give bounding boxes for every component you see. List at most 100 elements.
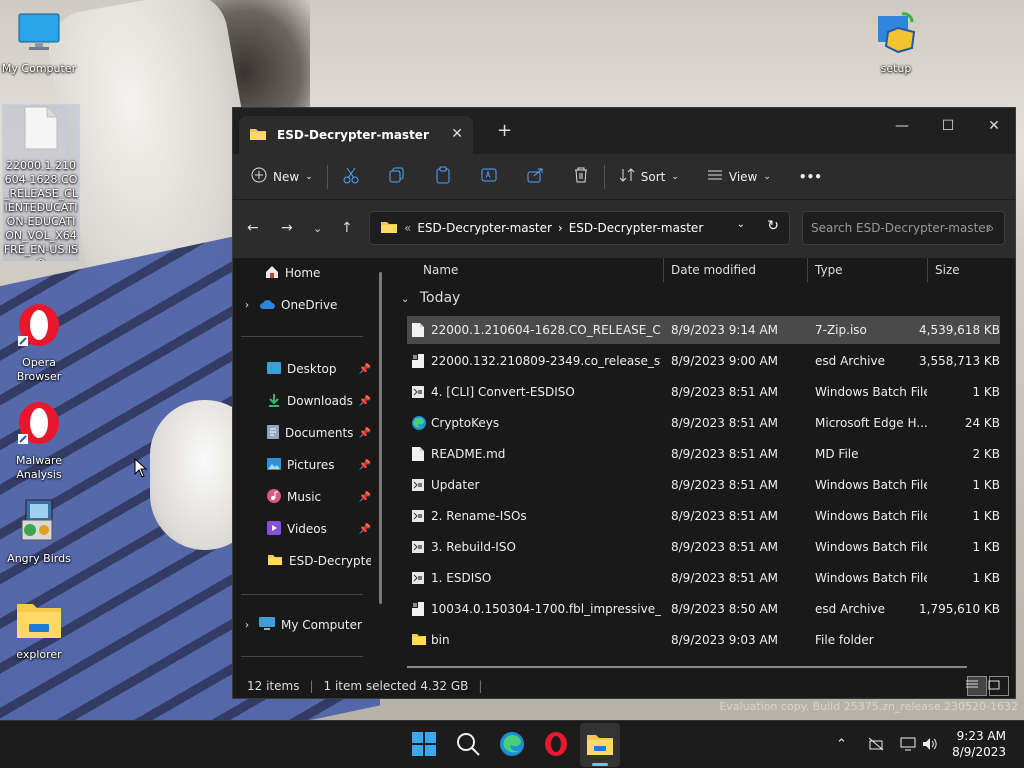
nav-item-pictures[interactable]: Pictures 📌 <box>267 452 371 478</box>
rename-button[interactable] <box>480 166 498 187</box>
desktop-icon-my-computer[interactable]: My Computer <box>0 10 78 76</box>
pin-icon: 📌 <box>358 459 371 471</box>
desktop-icon-opera-browser[interactable]: Opera Browser <box>0 302 78 384</box>
search-button[interactable] <box>455 731 483 759</box>
address-dropdown-icon[interactable]: ⌄ <box>737 219 745 230</box>
more-options-button[interactable]: ••• <box>799 170 822 184</box>
nav-item-my-computer[interactable]: › My Computer <box>245 612 385 638</box>
chevron-up-icon[interactable]: ⌃ <box>836 737 847 752</box>
nav-item-onedrive[interactable]: › OneDrive <box>245 292 385 318</box>
chevron-right-icon[interactable]: › <box>245 620 249 631</box>
divider: | <box>309 679 314 693</box>
table-row[interactable]: 10034.0.150304-1700.fbl_impressive_clien… <box>407 595 1000 623</box>
new-button[interactable]: New ⌄ <box>251 167 313 186</box>
desktop-icon-angry-birds[interactable]: Angry Birds <box>0 498 78 566</box>
file-explorer-button[interactable] <box>586 731 614 759</box>
item-count: 12 items <box>247 679 300 693</box>
desktop-icon-explorer[interactable]: explorer <box>0 598 78 662</box>
up-arrow-icon[interactable]: ↑ <box>341 220 353 236</box>
opera-button[interactable] <box>543 731 571 759</box>
new-tab-button[interactable]: + <box>497 120 512 141</box>
column-header-name[interactable]: Name <box>423 258 458 284</box>
search-input[interactable]: Search ESD-Decrypter-master ⌕ <box>802 211 1005 245</box>
file-type: esd Archive <box>815 354 885 368</box>
system-clock[interactable]: 9:23 AM 8/9/2023 <box>952 728 1006 760</box>
table-row[interactable]: 2. Rename-ISOs 8/9/2023 8:51 AM Windows Ba… <box>407 502 1000 530</box>
maximize-button[interactable]: ☐ <box>925 112 971 140</box>
column-divider[interactable] <box>807 258 808 282</box>
nav-label: Downloads <box>287 394 353 408</box>
table-row[interactable]: 3. Rebuild-ISO 8/9/2023 8:51 AM Windows Ba… <box>407 533 1000 561</box>
batch-icon <box>411 384 425 403</box>
table-row[interactable]: CryptoKeys 8/9/2023 8:51 AM Microsoft Edge… <box>407 409 1000 437</box>
table-row[interactable]: 22000.132.210809-2349.co_release_svc_ref… <box>407 347 1000 375</box>
share-button[interactable] <box>526 166 544 187</box>
nav-item-documents[interactable]: Documents 📌 <box>267 420 371 446</box>
opera-icon <box>543 732 569 760</box>
tiles-view-button[interactable] <box>988 676 1009 696</box>
pin-icon: 📌 <box>358 523 371 535</box>
delete-button[interactable] <box>572 166 590 187</box>
network-disconnected-icon[interactable] <box>868 737 884 755</box>
breadcrumb-overflow[interactable]: « <box>404 221 411 235</box>
tab-close-button[interactable]: ✕ <box>451 126 463 142</box>
nav-item-downloads[interactable]: Downloads 📌 <box>267 388 371 414</box>
table-row[interactable]: bin 8/9/2023 9:03 AM File folder <box>407 626 1000 654</box>
table-row[interactable]: 22000.1.210604-1628.CO_RELEASE_CLIEN... 8… <box>407 316 1000 344</box>
nav-item-videos[interactable]: Videos 📌 <box>267 516 371 542</box>
recent-chevron-icon[interactable]: ⌄ <box>313 222 322 235</box>
sort-button[interactable]: Sort ⌄ <box>619 167 679 186</box>
file-name: bin <box>431 633 450 647</box>
forward-arrow-icon[interactable]: → <box>281 220 293 236</box>
download-icon <box>267 393 281 410</box>
group-header-today[interactable]: ⌄ Today <box>401 290 460 306</box>
folder-icon <box>411 632 427 649</box>
column-header-size[interactable]: Size <box>935 258 960 284</box>
folder-icon <box>0 598 78 644</box>
monitor-icon <box>259 616 275 634</box>
table-row[interactable]: 1. ESDISO 8/9/2023 8:51 AM Windows Batch F… <box>407 564 1000 592</box>
volume-icon[interactable] <box>922 737 938 755</box>
file-name: Updater <box>431 478 480 492</box>
clock-time: 9:23 AM <box>956 729 1006 743</box>
nav-item-music[interactable]: Music 📌 <box>267 484 371 510</box>
copy-button[interactable] <box>388 166 406 187</box>
file-icon <box>411 322 425 341</box>
chevron-right-icon[interactable]: › <box>245 300 249 311</box>
paste-button[interactable] <box>434 166 452 187</box>
nav-label: OneDrive <box>281 298 338 312</box>
table-row[interactable]: 4. [CLI] Convert-ESDISO 8/9/2023 8:51 AM W… <box>407 378 1000 406</box>
horizontal-scrollbar[interactable] <box>407 666 967 668</box>
nav-item-home[interactable]: Home <box>265 260 405 286</box>
refresh-icon[interactable]: ↻ <box>767 218 779 234</box>
video-icon <box>267 520 281 538</box>
nav-item-esd-decrypter[interactable]: ESD-Decrypter-m <box>267 548 371 574</box>
start-button[interactable] <box>411 731 439 759</box>
column-header-date[interactable]: Date modified <box>671 258 756 284</box>
table-row[interactable]: Updater 8/9/2023 8:51 AM Windows Batch Fil… <box>407 471 1000 499</box>
details-view-button[interactable] <box>966 676 987 696</box>
picture-icon <box>267 457 281 473</box>
back-arrow-icon[interactable]: ← <box>247 220 259 236</box>
view-button[interactable]: View ⌄ <box>707 167 771 186</box>
cut-button[interactable] <box>342 166 360 187</box>
desktop-icon-setup[interactable]: setup <box>857 10 935 76</box>
close-button[interactable]: ✕ <box>971 112 1017 140</box>
breadcrumb-item[interactable]: ESD-Decrypter-master <box>417 221 552 235</box>
column-header-type[interactable]: Type <box>815 258 843 284</box>
nav-item-desktop[interactable]: Desktop 📌 <box>267 356 371 382</box>
tab-esd-decrypter-master[interactable]: ESD-Decrypter-master ✕ <box>239 116 473 154</box>
file-name: 1. ESDISO <box>431 571 492 585</box>
display-icon[interactable] <box>900 737 916 755</box>
nav-scrollbar[interactable] <box>379 272 382 604</box>
nav-label: ESD-Decrypter-m <box>289 554 371 568</box>
desktop-icon-iso-file[interactable]: 22000.1.210604-1628.CO_RELEASE_CLIENTEDU… <box>2 104 80 262</box>
desktop-icon-malware-analysis[interactable]: Malware Analysis <box>0 400 78 482</box>
table-row[interactable]: README.md 8/9/2023 8:51 AM MD File 2 KB <box>407 440 1000 468</box>
column-divider[interactable] <box>927 258 928 282</box>
breadcrumb-item[interactable]: ESD-Decrypter-master <box>569 221 704 235</box>
minimize-button[interactable]: — <box>879 112 925 140</box>
address-bar[interactable]: « ESD-Decrypter-master › ESD-Decrypter-m… <box>369 211 790 245</box>
edge-button[interactable] <box>499 731 527 759</box>
column-divider[interactable] <box>663 258 664 282</box>
